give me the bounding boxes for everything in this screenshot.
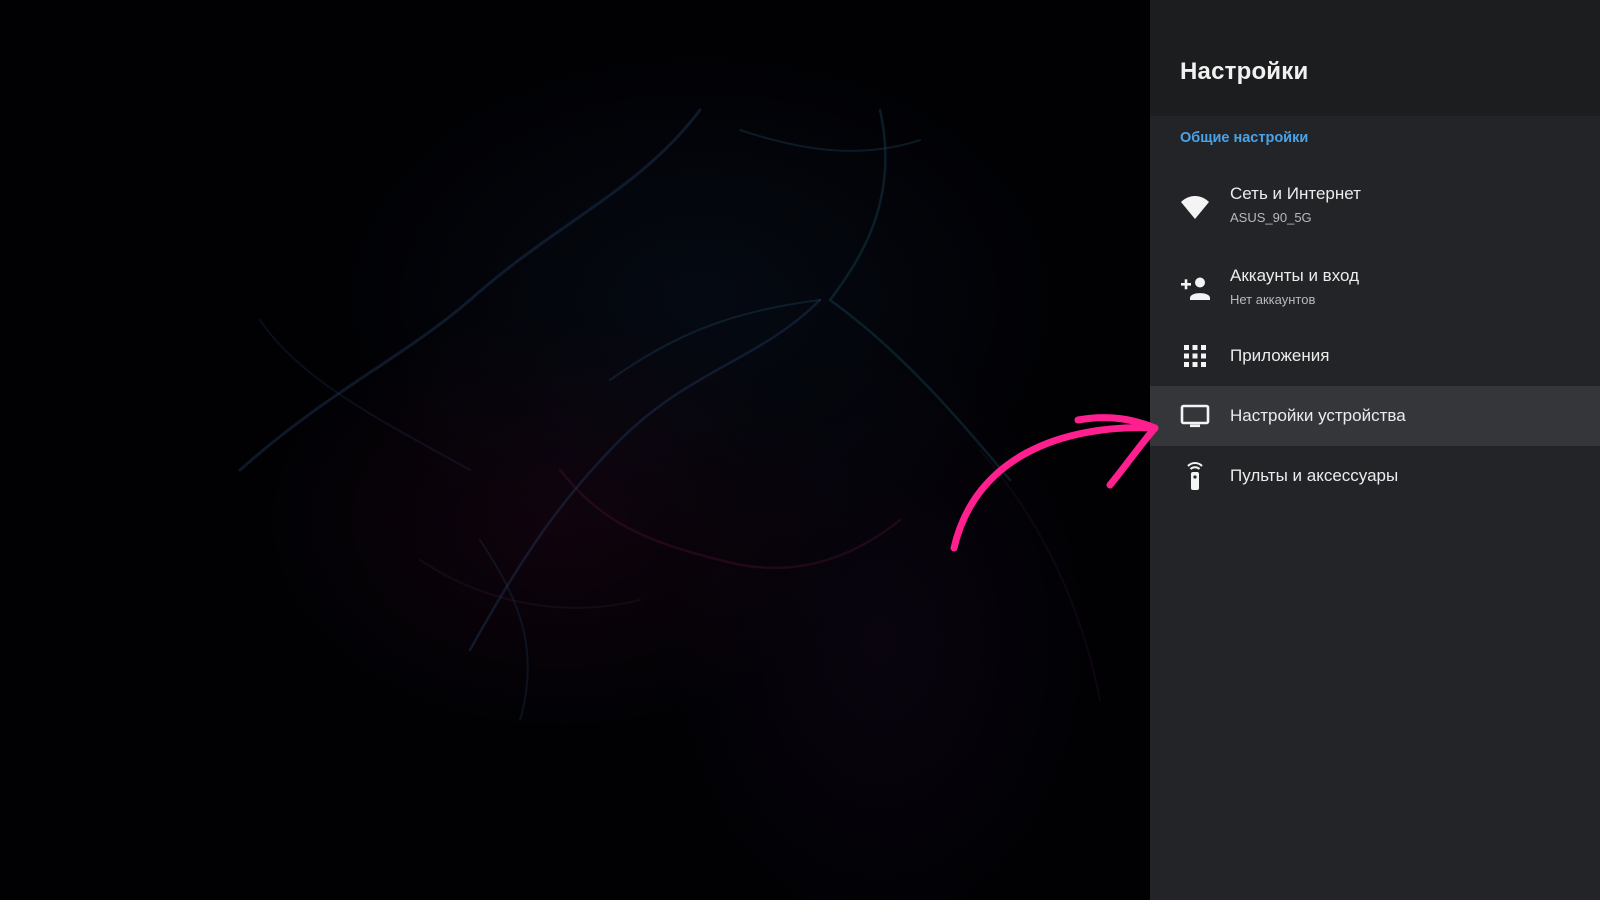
settings-panel: Настройки Общие настройки Сеть и Интерне… [1150,0,1600,900]
tv-screen: Настройки Общие настройки Сеть и Интерне… [0,0,1600,900]
settings-header: Настройки [1150,0,1600,116]
page-title: Настройки [1180,58,1309,85]
wifi-icon [1180,192,1210,222]
menu-item-subtitle: ASUS_90_5G [1230,210,1312,225]
menu-item-label: Аккаунты и вход [1230,266,1360,285]
background-wallpaper [0,0,1150,900]
tv-icon [1180,401,1210,431]
menu-item-label: Сеть и Интернет [1230,184,1361,203]
menu-item-remotes[interactable]: Пульты и аксессуары [1150,446,1600,506]
menu-item-device-settings[interactable]: Настройки устройства [1150,386,1600,446]
menu-item-label: Пульты и аксессуары [1230,466,1399,485]
menu-item-apps[interactable]: Приложения [1150,326,1600,386]
smoke-pattern [238,108,1101,721]
remote-icon [1180,460,1210,490]
menu-item-label: Настройки устройства [1230,406,1406,425]
menu-item-network[interactable]: Сеть и Интернет ASUS_90_5G [1150,176,1600,236]
add-account-icon [1180,273,1210,303]
menu-item-subtitle: Нет аккаунтов [1230,292,1316,307]
section-label-general: Общие настройки [1180,130,1309,146]
menu-item-label: Приложения [1230,346,1330,365]
apps-grid-icon [1180,341,1210,371]
menu-item-accounts[interactable]: Аккаунты и вход Нет аккаунтов [1150,258,1600,318]
